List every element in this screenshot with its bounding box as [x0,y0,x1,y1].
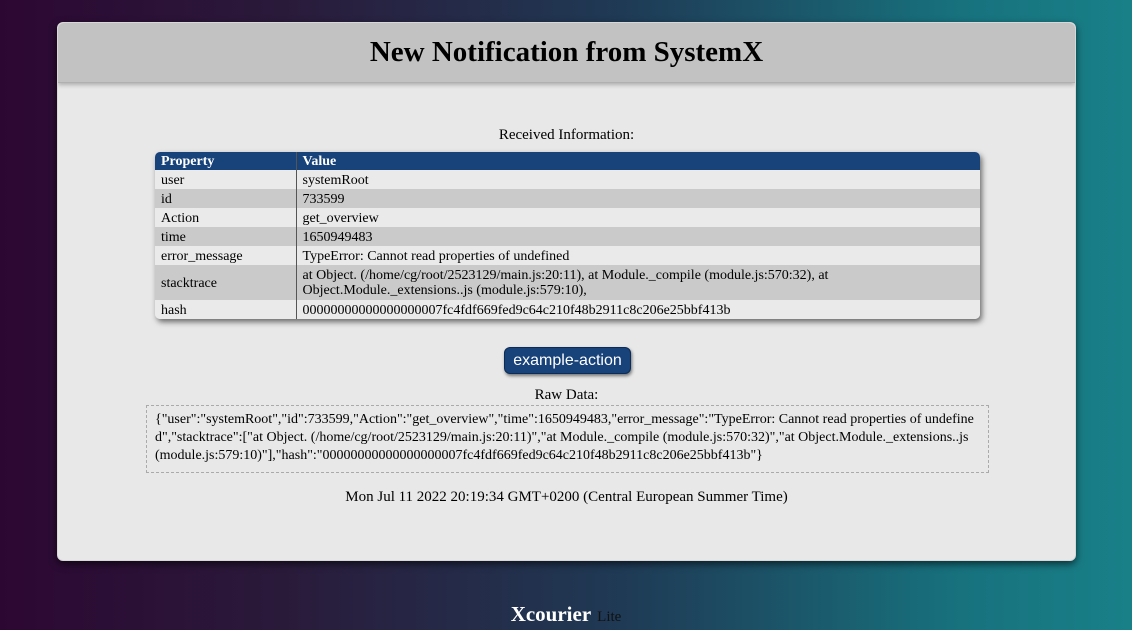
table-row: time 1650949483 [155,227,980,246]
property-cell: user [155,170,297,189]
value-cell: 733599 [296,189,980,208]
table-row: id 733599 [155,189,980,208]
table-header-row: Property Value [155,152,980,170]
raw-data-box: {"user":"systemRoot","id":733599,"Action… [146,405,989,473]
value-cell: systemRoot [296,170,980,189]
table-row: hash 00000000000000000007fc4fdf669fed9c6… [155,300,980,319]
brand-logo-text: Xcourier [510,602,592,626]
column-header-value: Value [296,152,980,170]
page-title: New Notification from SystemX [369,36,764,68]
footer: Xcourier Lite [0,602,1132,627]
card-header: New Notification from SystemX [58,23,1075,83]
value-cell: 1650949483 [296,227,980,246]
property-cell: id [155,189,297,208]
notification-card: New Notification from SystemX Received I… [57,22,1076,561]
value-cell: TypeError: Cannot read properties of und… [296,246,980,265]
raw-data-label: Raw Data: [534,387,599,403]
value-cell: get_overview [296,208,980,227]
timestamp: Mon Jul 11 2022 20:19:34 GMT+0200 (Centr… [345,489,788,505]
property-cell: error_message [155,246,297,265]
value-cell: at Object. (/home/cg/root/2523129/main.j… [296,265,980,300]
property-cell: time [155,227,297,246]
table-row: stacktrace at Object. (/home/cg/root/252… [155,265,980,300]
table-row: user systemRoot [155,170,980,189]
value-cell: 00000000000000000007fc4fdf669fed9c64c210… [296,300,980,319]
property-cell: hash [155,300,297,319]
property-cell: Action [155,208,297,227]
table-row: error_message TypeError: Cannot read pro… [155,246,980,265]
edition-label: Lite [597,609,622,625]
property-cell: stacktrace [155,265,297,300]
column-header-property: Property [155,152,297,170]
info-table-container: Property Value user systemRoot id 733599… [155,152,980,319]
received-info-label: Received Information: [498,127,635,143]
example-action-button[interactable]: example-action [504,347,631,374]
table-row: Action get_overview [155,208,980,227]
info-table: Property Value user systemRoot id 733599… [155,152,980,319]
